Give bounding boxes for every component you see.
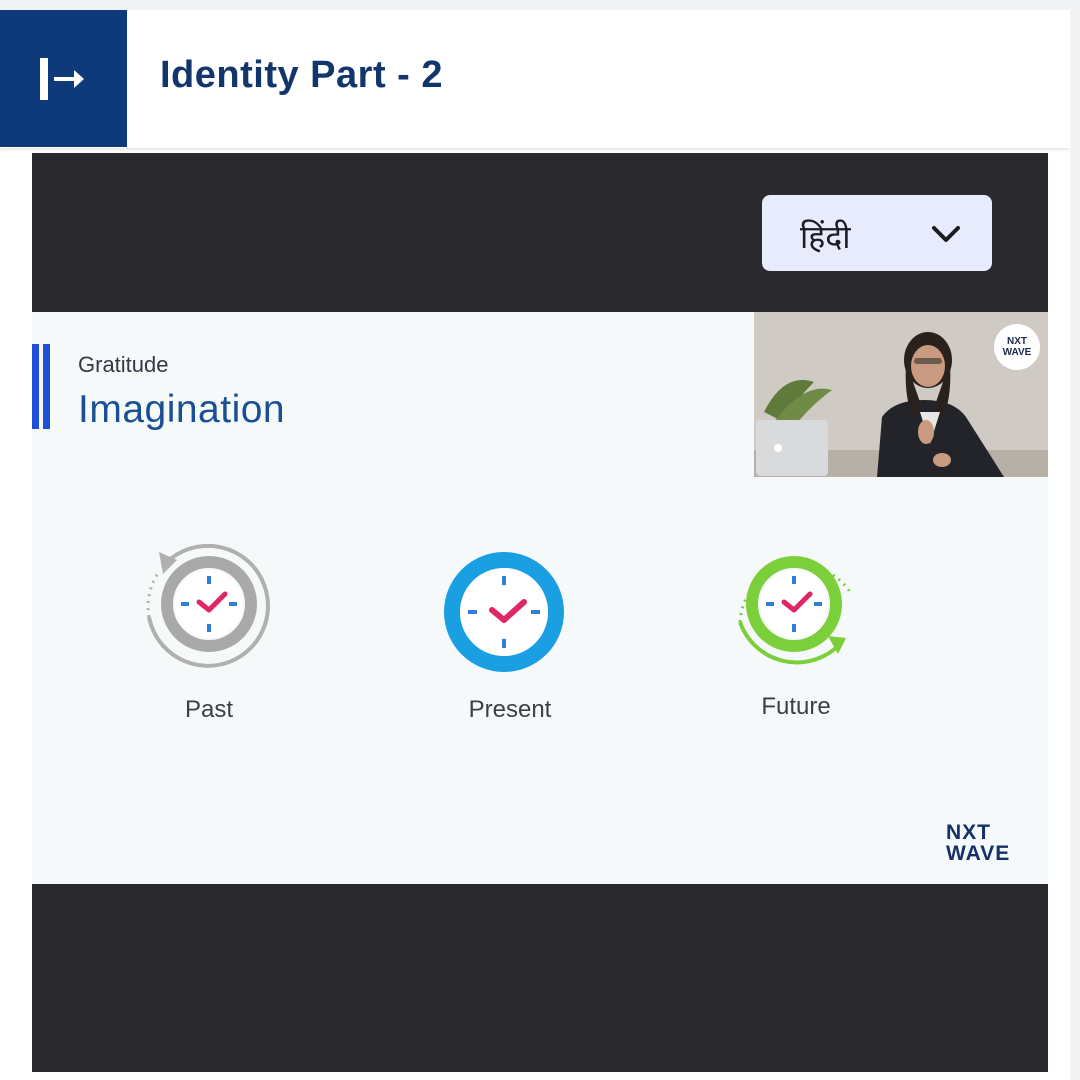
webcam-nxtwave-logo: NXT WAVE [994, 324, 1040, 370]
chevron-down-icon [932, 226, 960, 242]
slide-heading: Imagination [78, 388, 286, 431]
video-slide: Gratitude Imagination Past Present Futur… [32, 312, 1048, 884]
webcam-logo-line2: WAVE [1002, 347, 1032, 358]
app-header: Identity Part - 2 [0, 10, 1070, 148]
icon-label-past: Past [184, 696, 234, 723]
scrollbar-track[interactable] [1070, 10, 1080, 1080]
icon-label-present: Present [468, 696, 552, 723]
logo-line2: WAVE [946, 842, 1011, 865]
slide-accent-gap [39, 344, 43, 429]
logo-line1: NXT [946, 821, 991, 844]
exit-arrow-icon [40, 58, 84, 100]
present-clock-icon [444, 552, 564, 672]
top-edge [0, 0, 1080, 10]
exit-button[interactable] [0, 10, 127, 147]
icon-label-future: Future [761, 693, 831, 720]
language-selected-label: हिंदी [800, 218, 851, 256]
video-player[interactable]: हिंदी Gratitude Imagination Past Present… [32, 153, 1048, 1072]
page-title: Identity Part - 2 [160, 54, 443, 96]
future-clock-icon [738, 556, 852, 665]
presenter-webcam: NXT WAVE [754, 312, 1048, 477]
language-select[interactable]: हिंदी [762, 195, 992, 271]
slide-subtitle: Gratitude [78, 352, 169, 377]
nxtwave-logo: NXT WAVE [946, 822, 1010, 864]
past-clock-icon [146, 543, 270, 668]
webcam-logo-line1: NXT [1007, 336, 1027, 347]
